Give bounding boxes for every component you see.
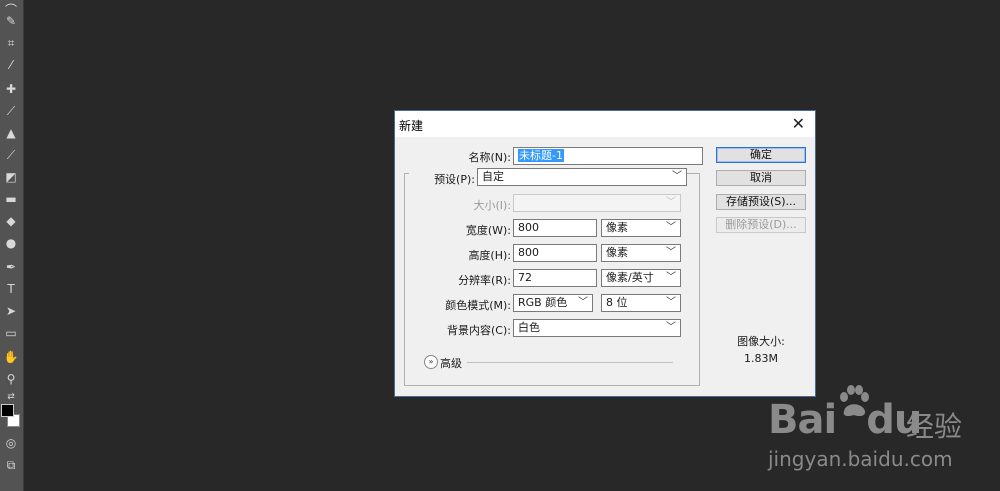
rectangle-tool-icon[interactable]: ▭ [2, 324, 20, 342]
pen-tool-icon[interactable]: ✒ [2, 258, 20, 276]
preset-select[interactable]: 自定 ﹀ [477, 168, 687, 186]
watermark-jingyan: 经验 [906, 410, 963, 443]
color-mode-value: RGB 颜色 [518, 296, 568, 309]
clone-stamp-tool-icon[interactable]: ▲ [2, 124, 20, 142]
width-input[interactable]: 800 [513, 219, 597, 237]
preset-label: 预设(P): [409, 171, 477, 187]
color-mode-label: 颜色模式(M): [445, 299, 511, 312]
quick-selection-tool-icon[interactable]: ✎ [2, 12, 20, 30]
crop-tool-icon[interactable]: ⌗ [2, 34, 20, 52]
baidu-paw-icon [840, 385, 869, 417]
brush-tool-icon[interactable]: ⟋ [2, 102, 20, 120]
name-label: 名称(N): [468, 151, 511, 164]
ok-button[interactable]: 确定 [716, 147, 806, 163]
name-input[interactable]: 未标题-1 [513, 147, 703, 165]
name-input-value: 未标题-1 [518, 149, 564, 162]
chevron-down-icon: ﹀ [672, 171, 682, 182]
resolution-input-value: 72 [518, 271, 532, 284]
resolution-unit-select[interactable]: 像素/英寸 ﹀ [601, 269, 681, 287]
eraser-tool-icon[interactable]: ◩ [2, 168, 20, 186]
save-preset-button[interactable]: 存储预设(S)... [716, 194, 806, 210]
resolution-label: 分辨率(R): [458, 274, 511, 287]
chevron-down-icon: ﹀ [666, 322, 676, 333]
blur-tool-icon[interactable]: ◆ [2, 212, 20, 230]
baidu-jingyan-watermark: Bai du 经验 jingyan.baidu.com [768, 385, 968, 475]
background-contents-value: 白色 [518, 321, 540, 334]
tools-panel: ⌒ ✎ ⌗ ⁄ ✚ ⟋ ▲ ⟋ ◩ ▬ ◆ ● ✒ T ➤ ▭ ✋ ⚲ ⇄ ◎ … [0, 0, 24, 491]
size-select: ﹀ [513, 194, 681, 212]
color-mode-select[interactable]: RGB 颜色 ﹀ [513, 294, 593, 312]
healing-brush-tool-icon[interactable]: ✚ [2, 80, 20, 98]
chevron-down-icon: ﹀ [666, 222, 676, 233]
foreground-color-swatch[interactable] [1, 404, 14, 417]
height-unit-select[interactable]: 像素 ﹀ [601, 244, 681, 262]
watermark-url: jingyan.baidu.com [768, 447, 953, 471]
chevron-down-icon: ﹀ [578, 297, 588, 308]
chevron-down-icon: ﹀ [666, 297, 676, 308]
chevron-down-icon: ﹀ [666, 272, 676, 283]
close-icon[interactable]: ✕ [792, 114, 805, 133]
width-input-value: 800 [518, 221, 539, 234]
bit-depth-select[interactable]: 8 位 ﹀ [601, 294, 681, 312]
hand-tool-icon[interactable]: ✋ [2, 348, 20, 366]
quick-mask-icon[interactable]: ◎ [2, 434, 20, 452]
dodge-tool-icon[interactable]: ● [2, 234, 20, 252]
type-tool-icon[interactable]: T [2, 280, 20, 298]
height-input[interactable]: 800 [513, 244, 597, 262]
size-label: 大小(I): [473, 199, 511, 212]
advanced-label[interactable]: 高级 [440, 355, 462, 371]
background-contents-label: 背景内容(C): [447, 324, 511, 337]
zoom-tool-icon[interactable]: ⚲ [2, 370, 20, 388]
bit-depth-value: 8 位 [606, 296, 628, 309]
background-contents-select[interactable]: 白色 ﹀ [513, 319, 681, 337]
width-unit-value: 像素 [606, 221, 628, 234]
cancel-button[interactable]: 取消 [716, 170, 806, 186]
path-selection-tool-icon[interactable]: ➤ [2, 302, 20, 320]
width-unit-select[interactable]: 像素 ﹀ [601, 219, 681, 237]
height-unit-value: 像素 [606, 246, 628, 259]
height-input-value: 800 [518, 246, 539, 259]
chevron-down-icon: ﹀ [666, 197, 676, 208]
advanced-divider [467, 362, 673, 363]
chevron-down-icon: ﹀ [666, 247, 676, 258]
preset-select-value: 自定 [482, 170, 504, 183]
delete-preset-button: 删除预设(D)... [716, 217, 806, 233]
new-document-dialog: 新建 ✕ 名称(N): 未标题-1 预设(P): 自定 ﹀ 大小(I): ﹀ 宽… [394, 110, 816, 397]
resolution-input[interactable]: 72 [513, 269, 597, 287]
gradient-tool-icon[interactable]: ▬ [2, 190, 20, 208]
width-label: 宽度(W): [465, 224, 511, 237]
dialog-titlebar: 新建 ✕ [395, 111, 815, 137]
watermark-brand-bai: Bai [768, 397, 837, 443]
height-label: 高度(H): [468, 249, 511, 262]
resolution-unit-value: 像素/英寸 [606, 271, 654, 284]
dialog-title: 新建 [399, 119, 424, 133]
image-size-value: 1.83M [744, 352, 778, 365]
screen-mode-icon[interactable]: ⧉ [2, 456, 20, 474]
history-brush-tool-icon[interactable]: ⟋ [2, 146, 20, 164]
eyedropper-tool-icon[interactable]: ⁄ [2, 56, 20, 74]
expand-advanced-icon[interactable]: » [424, 355, 438, 369]
image-size-label: 图像大小: [737, 335, 785, 348]
